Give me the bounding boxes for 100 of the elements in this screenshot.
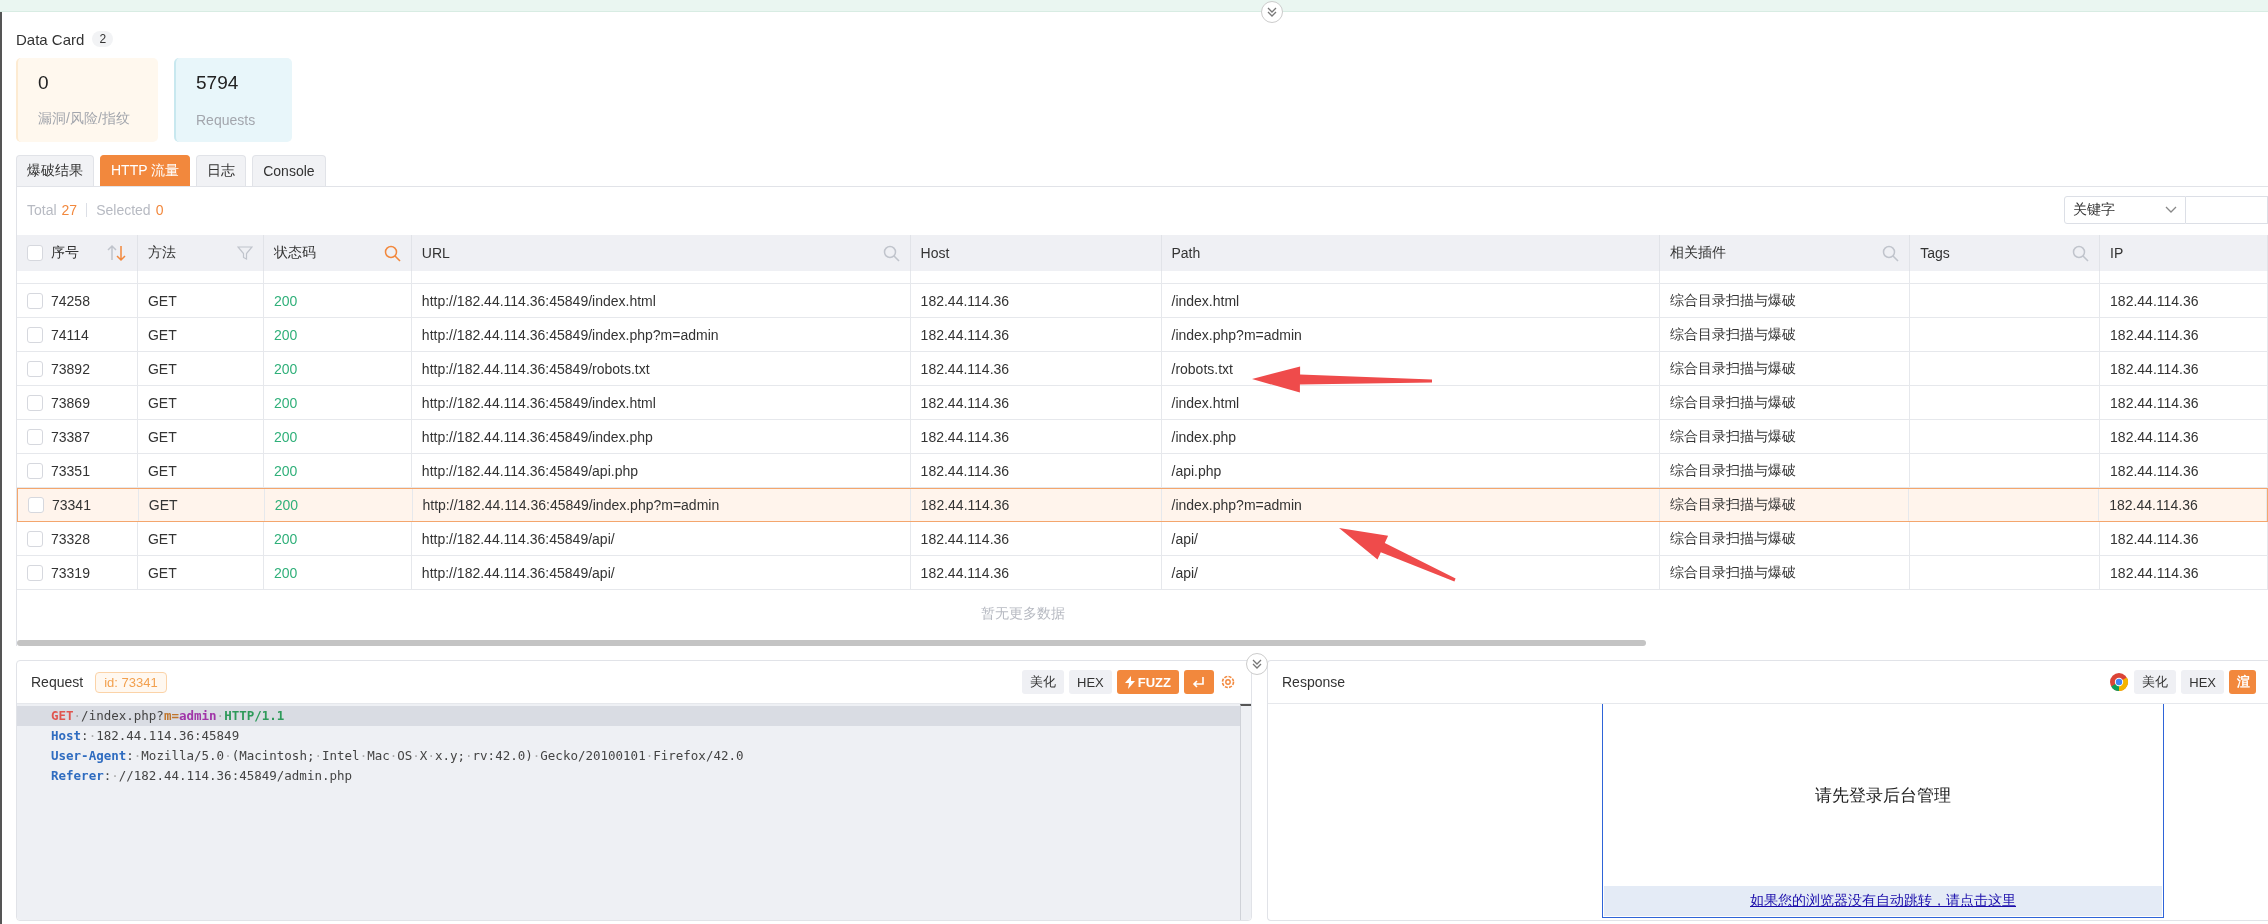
sort-icon[interactable]	[106, 244, 127, 262]
search-icon[interactable]	[1882, 244, 1900, 262]
table-cell: 综合目录扫描与爆破	[1670, 563, 1797, 582]
checkbox[interactable]	[28, 497, 44, 513]
table-cell: /api/	[1171, 530, 1198, 547]
table-row[interactable]: 74114 GET 200 http://182.44.114.36:45849/index.php?m=admin 182.44.114.36 /index.php?m=admin 综合目录扫描与爆破 182.44.114.36	[17, 318, 2268, 352]
table-cell: 74258	[51, 292, 90, 309]
column-title: Host	[920, 245, 950, 261]
table-cell: 73319	[51, 564, 90, 581]
table-row[interactable]: 73341 GET 200 http://182.44.114.36:45849/index.php?m=admin 182.44.114.36 /index.php?m=admin 综合目录扫描与爆破 182.44.114.36	[17, 488, 2268, 522]
settings-icon[interactable]	[1219, 673, 1237, 691]
table-cell: GET	[147, 326, 177, 343]
code-line: Referer:·//182.44.114.36:45849/admin.php	[50, 767, 354, 785]
checkbox[interactable]	[27, 530, 43, 547]
table-cell: /api/	[1171, 564, 1198, 581]
checkbox[interactable]	[27, 360, 43, 377]
column-title: 序号	[51, 244, 79, 262]
scrollbar[interactable]	[17, 640, 1646, 646]
table-cell: 182.44.114.36	[2110, 360, 2199, 377]
column-header[interactable]: Host	[910, 235, 1162, 271]
column-header[interactable]: 状态码	[263, 235, 412, 271]
table-cell: http://182.44.114.36:45849/index.html	[421, 394, 656, 411]
table-cell: 73387	[51, 428, 90, 445]
stat-label: Requests	[196, 112, 257, 128]
tab[interactable]: 爆破结果	[16, 155, 94, 186]
checkbox[interactable]	[27, 462, 43, 479]
checkbox[interactable]	[27, 394, 43, 411]
column-title: 相关插件	[1670, 244, 1727, 262]
column-header[interactable]: IP	[2100, 235, 2268, 271]
total-label: Total	[27, 202, 57, 218]
collapse-button[interactable]	[1261, 1, 1283, 23]
table-cell: http://182.44.114.36:45849/index.html	[421, 292, 656, 309]
table-cell: 综合目录扫描与爆破	[1669, 496, 1796, 514]
browser-icon[interactable]	[2109, 672, 2130, 692]
collapse-button[interactable]	[1246, 653, 1268, 675]
table-row[interactable]: 73387 GET 200 http://182.44.114.36:45849/index.php 182.44.114.36 /index.php 综合目录扫描与爆破 182.44.114.36	[17, 420, 2268, 454]
lightning-icon	[1124, 675, 1135, 689]
column-header[interactable]: 方法	[137, 235, 264, 271]
scrollbar[interactable]	[1240, 704, 1251, 920]
table-row[interactable]: 74258 GET 200 http://182.44.114.36:45849/index.html 182.44.114.36 /index.html 综合目录扫描与爆破 182.44.114.36	[17, 284, 2268, 318]
table-cell: 200	[273, 360, 298, 377]
toolbar-button[interactable]: HEX	[1069, 670, 1112, 694]
toolbar-button[interactable]: HEX	[2181, 670, 2224, 694]
column-header[interactable]: Path	[1161, 235, 1661, 271]
toolbar-button[interactable]: 美化	[1022, 670, 1065, 694]
table-cell: /api.php	[1171, 462, 1222, 479]
search-field[interactable]	[2186, 196, 2268, 224]
id-badge: id: 73341	[95, 671, 167, 693]
stat-label: 漏洞/风险/指纹	[38, 110, 131, 128]
search-icon[interactable]	[2072, 244, 2090, 262]
field-select[interactable]: 关键字	[2064, 196, 2186, 224]
toolbar-button[interactable]: 美化	[2134, 670, 2177, 694]
column-header[interactable]: Tags	[1910, 235, 2101, 271]
column-title: URL	[421, 245, 450, 261]
column-title: 状态码	[273, 244, 316, 262]
table-cell: 182.44.114.36	[920, 292, 1010, 309]
checkbox[interactable]	[27, 428, 43, 445]
table-cell: 182.44.114.36	[920, 326, 1010, 343]
table-row[interactable]: 73869 GET 200 http://182.44.114.36:45849/index.html 182.44.114.36 /index.html 综合目录扫描与爆破 182.44.114.36	[17, 386, 2268, 420]
table-cell: 182.44.114.36	[920, 394, 1010, 411]
page-message: 请先登录后台管理	[1815, 784, 1951, 807]
column-header[interactable]: 序号	[17, 235, 138, 271]
table-cell: 综合目录扫描与爆破	[1670, 325, 1797, 344]
checkbox[interactable]	[27, 292, 43, 309]
filter-icon[interactable]	[236, 245, 253, 261]
column-header[interactable]: 相关插件	[1660, 235, 1911, 271]
enter-button[interactable]	[1184, 670, 1214, 694]
column-title: Tags	[1920, 245, 1950, 261]
table-cell: 182.44.114.36	[920, 428, 1010, 445]
table-cell: 182.44.114.36	[920, 462, 1010, 479]
checkbox[interactable]	[27, 326, 43, 343]
checkbox[interactable]	[27, 564, 43, 581]
table-cell: http://182.44.114.36:45849/api/	[421, 530, 615, 547]
table-cell: /index.html	[1171, 394, 1240, 411]
table-cell: 综合目录扫描与爆破	[1670, 291, 1797, 310]
table-cell: 182.44.114.36	[2109, 497, 2198, 513]
selected-label: Selected	[96, 202, 151, 218]
tab[interactable]: 日志	[196, 155, 247, 186]
table-cell: 182.44.114.36	[2110, 292, 2199, 309]
table-cell: 综合目录扫描与爆破	[1670, 461, 1797, 480]
table-cell: 182.44.114.36	[2110, 394, 2199, 411]
stat-value: 5794	[196, 72, 240, 94]
table-cell: 200	[273, 428, 298, 445]
code-line: Host:·182.44.114.36:45849	[50, 727, 241, 745]
table-cell: 182.44.114.36	[2110, 530, 2199, 547]
table-cell: http://182.44.114.36:45849/index.php?m=admin	[422, 497, 720, 513]
checkbox[interactable]	[27, 245, 43, 261]
search-icon[interactable]	[383, 244, 401, 262]
table-cell: 182.44.114.36	[2110, 326, 2199, 343]
table-cell: 200	[273, 292, 298, 309]
column-header[interactable]: URL	[411, 235, 911, 271]
table-cell: 182.44.114.36	[2110, 428, 2199, 445]
code-editor[interactable]: GET·/index.php?m=admin·HTTP/1.1 Host:·182.44.114.36:45849 User-Agent:·Mozilla/5.0·(Macintosh;·Intel·Mac·OS·X·x.y;·rv:42.0)·Gecko/20100101·Firefox/42.0 Referer:·//182.44.114.36:45849/admin.php	[17, 704, 1251, 920]
tab[interactable]: Console	[252, 155, 326, 186]
enter-icon	[1192, 676, 1206, 688]
column-title: 方法	[147, 244, 176, 262]
table-cell: 73328	[51, 530, 90, 547]
chevron-icon	[1266, 6, 1278, 18]
table-cell: http://182.44.114.36:45849/robots.txt	[421, 360, 650, 377]
search-icon[interactable]	[882, 244, 900, 262]
